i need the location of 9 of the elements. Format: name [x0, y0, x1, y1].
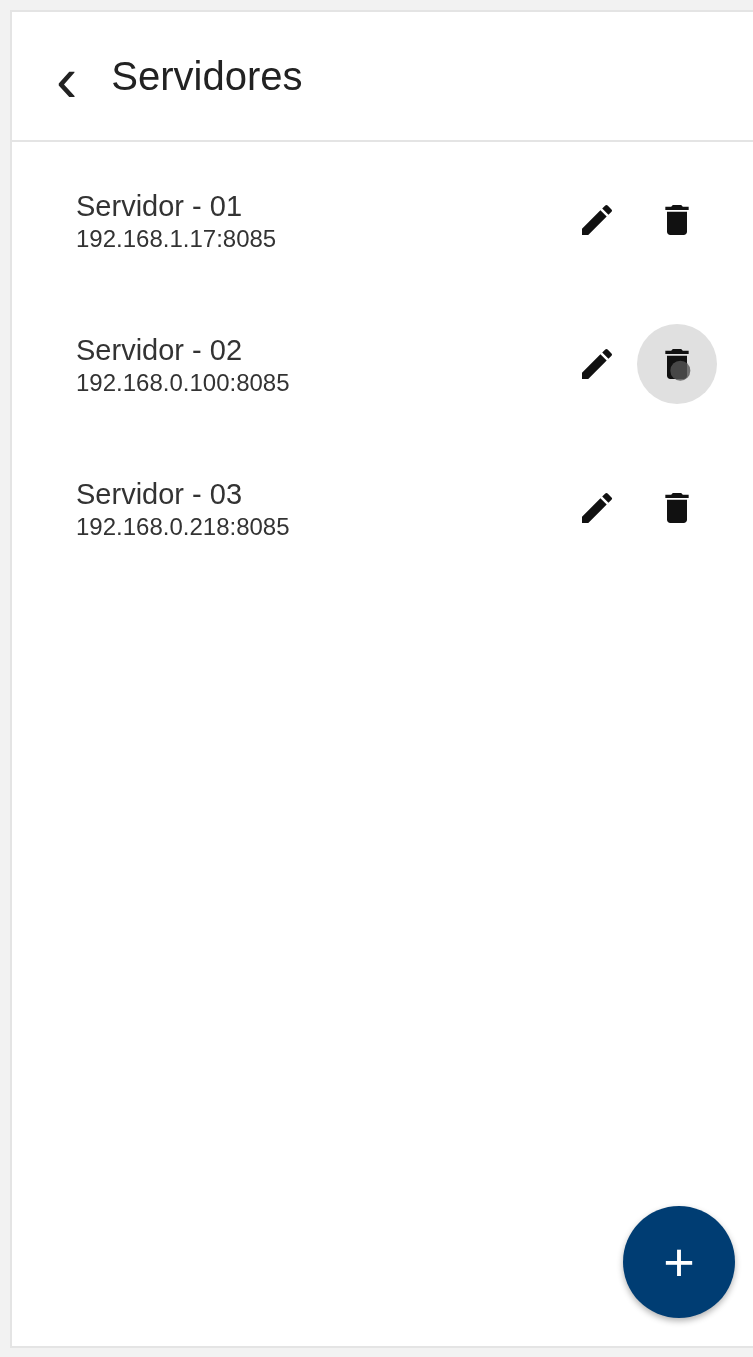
add-button[interactable]: + [623, 1206, 735, 1318]
server-address: 192.168.1.17:8085 [76, 225, 278, 253]
server-address: 192.168.0.218:8085 [76, 513, 291, 541]
server-address: 192.168.0.100:8085 [76, 369, 291, 397]
server-name: Servidor - 03 [76, 478, 243, 511]
back-button[interactable]: ‹ [56, 49, 78, 109]
server-name: Servidor - 01 [76, 190, 243, 223]
server-name: Servidor - 02 [76, 334, 243, 367]
page-title: Servidores [111, 53, 303, 99]
